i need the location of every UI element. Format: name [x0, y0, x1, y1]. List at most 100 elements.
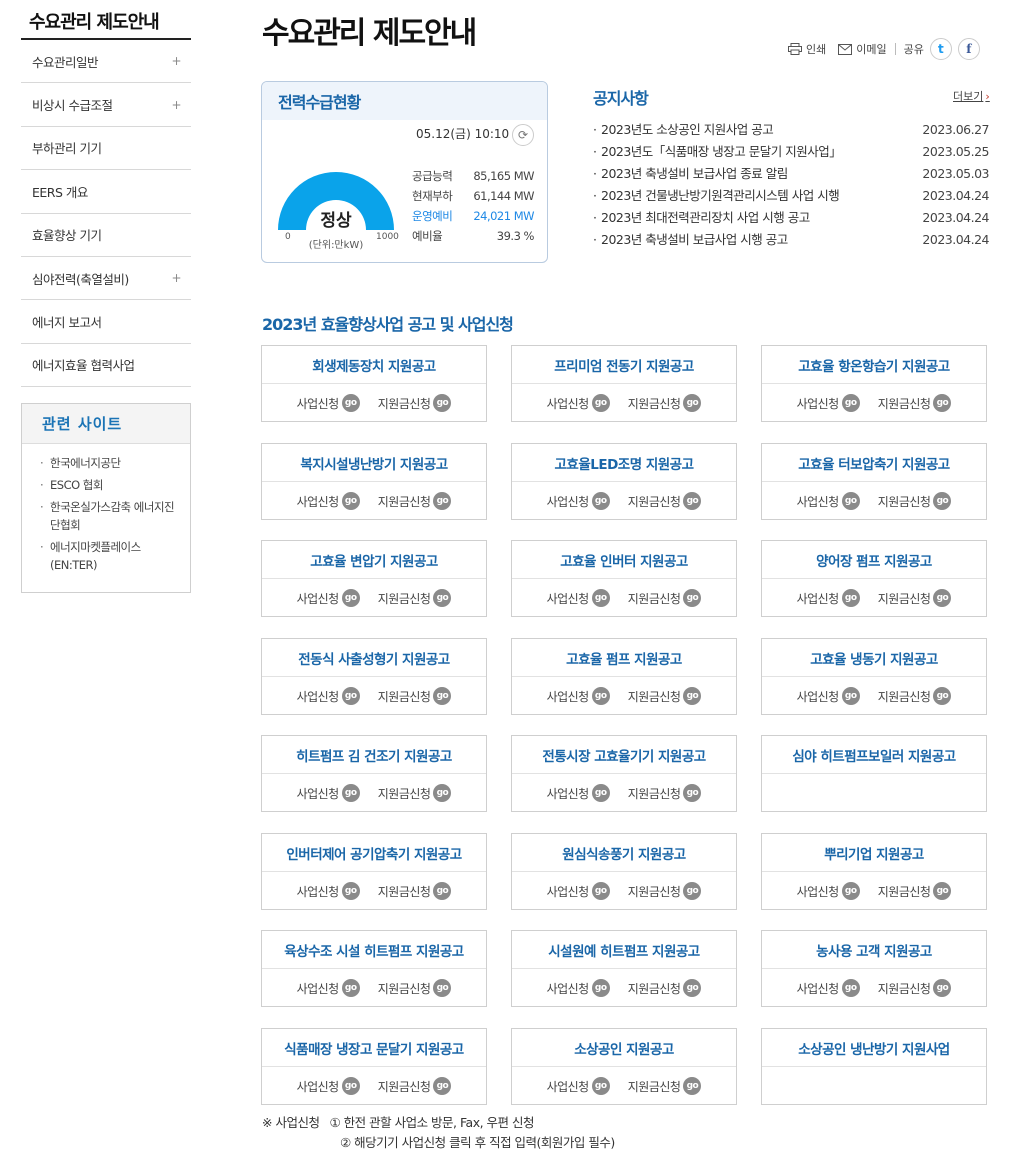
apply-button[interactable]: 사업신청 go — [797, 394, 860, 412]
program-card-title[interactable]: 고효율 터보압축기 지원공고 — [762, 444, 986, 482]
program-card-title[interactable]: 시설원예 히트펌프 지원공고 — [512, 931, 736, 969]
subsidy-button[interactable]: 지원금신청 go — [628, 492, 702, 510]
go-icon[interactable]: go — [933, 979, 952, 997]
go-icon[interactable]: go — [933, 492, 952, 510]
print-button[interactable]: 인쇄 — [788, 41, 826, 57]
go-icon[interactable]: go — [683, 394, 702, 412]
program-card-title[interactable]: 회생제동장치 지원공고 — [262, 346, 486, 384]
sidebar-item-emergency[interactable]: 비상시 수급조절 + — [21, 83, 191, 127]
facebook-icon[interactable]: f — [957, 38, 980, 60]
apply-button[interactable]: 사업신청 go — [297, 979, 360, 997]
go-icon[interactable]: go — [841, 492, 860, 510]
subsidy-button[interactable]: 지원금신청 go — [628, 687, 702, 705]
notice-item[interactable]: 2023년 축냉설비 보급사업 종료 알림 2023.05.03 — [593, 163, 989, 185]
subsidy-button[interactable]: 지원금신청 go — [878, 394, 952, 412]
subsidy-button[interactable]: 지원금신청 go — [378, 394, 452, 412]
go-icon[interactable]: go — [841, 979, 860, 997]
go-icon[interactable]: go — [933, 394, 952, 412]
subsidy-button[interactable]: 지원금신청 go — [378, 687, 452, 705]
notice-item[interactable]: 2023년 건물냉난방기원격관리시스템 사업 시행 2023.04.24 — [593, 185, 989, 207]
apply-button[interactable]: 사업신청 go — [297, 784, 360, 802]
go-icon[interactable]: go — [683, 492, 702, 510]
apply-button[interactable]: 사업신청 go — [547, 492, 610, 510]
program-card-title[interactable]: 육상수조 시설 히트펌프 지원공고 — [262, 931, 486, 969]
go-icon[interactable]: go — [683, 589, 702, 607]
subsidy-button[interactable]: 지원금신청 go — [878, 589, 952, 607]
notice-item[interactable]: 2023년 최대전력관리장치 사업 시행 공고 2023.04.24 — [593, 207, 989, 229]
program-card-title[interactable]: 전통시장 고효율기기 지원공고 — [512, 736, 736, 774]
email-button[interactable]: 이메일 — [838, 41, 887, 57]
subsidy-button[interactable]: 지원금신청 go — [628, 784, 702, 802]
sidebar-item-load-management[interactable]: 부하관리 기기 — [21, 127, 191, 171]
apply-button[interactable]: 사업신청 go — [297, 394, 360, 412]
apply-button[interactable]: 사업신청 go — [297, 1077, 360, 1095]
subsidy-button[interactable]: 지원금신청 go — [378, 589, 452, 607]
related-link[interactable]: 에너지마켓플레이스 (EN:TER) — [40, 538, 182, 574]
go-icon[interactable]: go — [433, 784, 452, 802]
notice-item-title[interactable]: 2023년 건물냉난방기원격관리시스템 사업 시행 — [593, 185, 840, 207]
go-icon[interactable]: go — [341, 979, 360, 997]
go-icon[interactable]: go — [591, 979, 610, 997]
go-icon[interactable]: go — [591, 882, 610, 900]
notice-more-link[interactable]: 더보기 › — [953, 88, 990, 104]
apply-button[interactable]: 사업신청 go — [297, 589, 360, 607]
go-icon[interactable]: go — [433, 882, 452, 900]
go-icon[interactable]: go — [683, 784, 702, 802]
subsidy-button[interactable]: 지원금신청 go — [378, 492, 452, 510]
subsidy-button[interactable]: 지원금신청 go — [628, 979, 702, 997]
go-icon[interactable]: go — [433, 394, 452, 412]
subsidy-button[interactable]: 지원금신청 go — [378, 1077, 452, 1095]
related-link[interactable]: 한국에너지공단 — [40, 454, 182, 472]
subsidy-button[interactable]: 지원금신청 go — [628, 882, 702, 900]
go-icon[interactable]: go — [433, 979, 452, 997]
program-card-title[interactable]: 히트펌프 김 건조기 지원공고 — [262, 736, 486, 774]
plus-icon[interactable]: + — [171, 54, 181, 68]
go-icon[interactable]: go — [433, 589, 452, 607]
plus-icon[interactable]: + — [171, 271, 181, 285]
program-card-title[interactable]: 고효율 펌프 지원공고 — [512, 639, 736, 677]
notice-item[interactable]: 2023년 축냉설비 보급사업 시행 공고 2023.04.24 — [593, 229, 989, 251]
go-icon[interactable]: go — [841, 687, 860, 705]
subsidy-button[interactable]: 지원금신청 go — [628, 589, 702, 607]
sidebar-item-efficiency[interactable]: 효율향상 기기 — [21, 214, 191, 257]
go-icon[interactable]: go — [591, 1077, 610, 1095]
notice-item-title[interactable]: 2023년 최대전력관리장치 사업 시행 공고 — [593, 207, 810, 229]
apply-button[interactable]: 사업신청 go — [547, 979, 610, 997]
go-icon[interactable]: go — [341, 882, 360, 900]
sidebar-item-night-power[interactable]: 심야전력(축열설비) + — [21, 257, 191, 301]
go-icon[interactable]: go — [683, 979, 702, 997]
program-card-title[interactable]: 복지시설냉난방기 지원공고 — [262, 444, 486, 482]
apply-button[interactable]: 사업신청 go — [297, 882, 360, 900]
apply-button[interactable]: 사업신청 go — [797, 687, 860, 705]
subsidy-button[interactable]: 지원금신청 go — [878, 492, 952, 510]
notice-item-title[interactable]: 2023년 축냉설비 보급사업 종료 알림 — [593, 163, 788, 185]
apply-button[interactable]: 사업신청 go — [797, 589, 860, 607]
subsidy-button[interactable]: 지원금신청 go — [628, 1077, 702, 1095]
go-icon[interactable]: go — [433, 492, 452, 510]
notice-item-title[interactable]: 2023년도「식품매장 냉장고 문달기 지원사업」 — [593, 141, 842, 163]
go-icon[interactable]: go — [433, 687, 452, 705]
program-card-title[interactable]: 고효율 인버터 지원공고 — [512, 541, 736, 579]
subsidy-button[interactable]: 지원금신청 go — [878, 882, 952, 900]
refresh-icon[interactable]: ⟳ — [512, 124, 534, 146]
apply-button[interactable]: 사업신청 go — [547, 882, 610, 900]
subsidy-button[interactable]: 지원금신청 go — [878, 687, 952, 705]
go-icon[interactable]: go — [591, 394, 610, 412]
go-icon[interactable]: go — [683, 1077, 702, 1095]
program-card-title[interactable]: 인버터제어 공기압축기 지원공고 — [262, 834, 486, 872]
subsidy-button[interactable]: 지원금신청 go — [378, 979, 452, 997]
program-card-title[interactable]: 고효율 냉동기 지원공고 — [762, 639, 986, 677]
go-icon[interactable]: go — [933, 687, 952, 705]
apply-button[interactable]: 사업신청 go — [797, 492, 860, 510]
apply-button[interactable]: 사업신청 go — [547, 784, 610, 802]
program-card-title[interactable]: 식품매장 냉장고 문달기 지원공고 — [262, 1029, 486, 1067]
subsidy-button[interactable]: 지원금신청 go — [878, 979, 952, 997]
program-card-title[interactable]: 프리미엄 전동기 지원공고 — [512, 346, 736, 384]
program-card-title[interactable]: 소상공인 냉난방기 지원사업 — [762, 1029, 986, 1067]
program-card-title[interactable]: 원심식송풍기 지원공고 — [512, 834, 736, 872]
program-card-title[interactable]: 농사용 고객 지원공고 — [762, 931, 986, 969]
go-icon[interactable]: go — [341, 394, 360, 412]
go-icon[interactable]: go — [591, 687, 610, 705]
go-icon[interactable]: go — [683, 687, 702, 705]
program-card-title[interactable]: 양어장 펌프 지원공고 — [762, 541, 986, 579]
